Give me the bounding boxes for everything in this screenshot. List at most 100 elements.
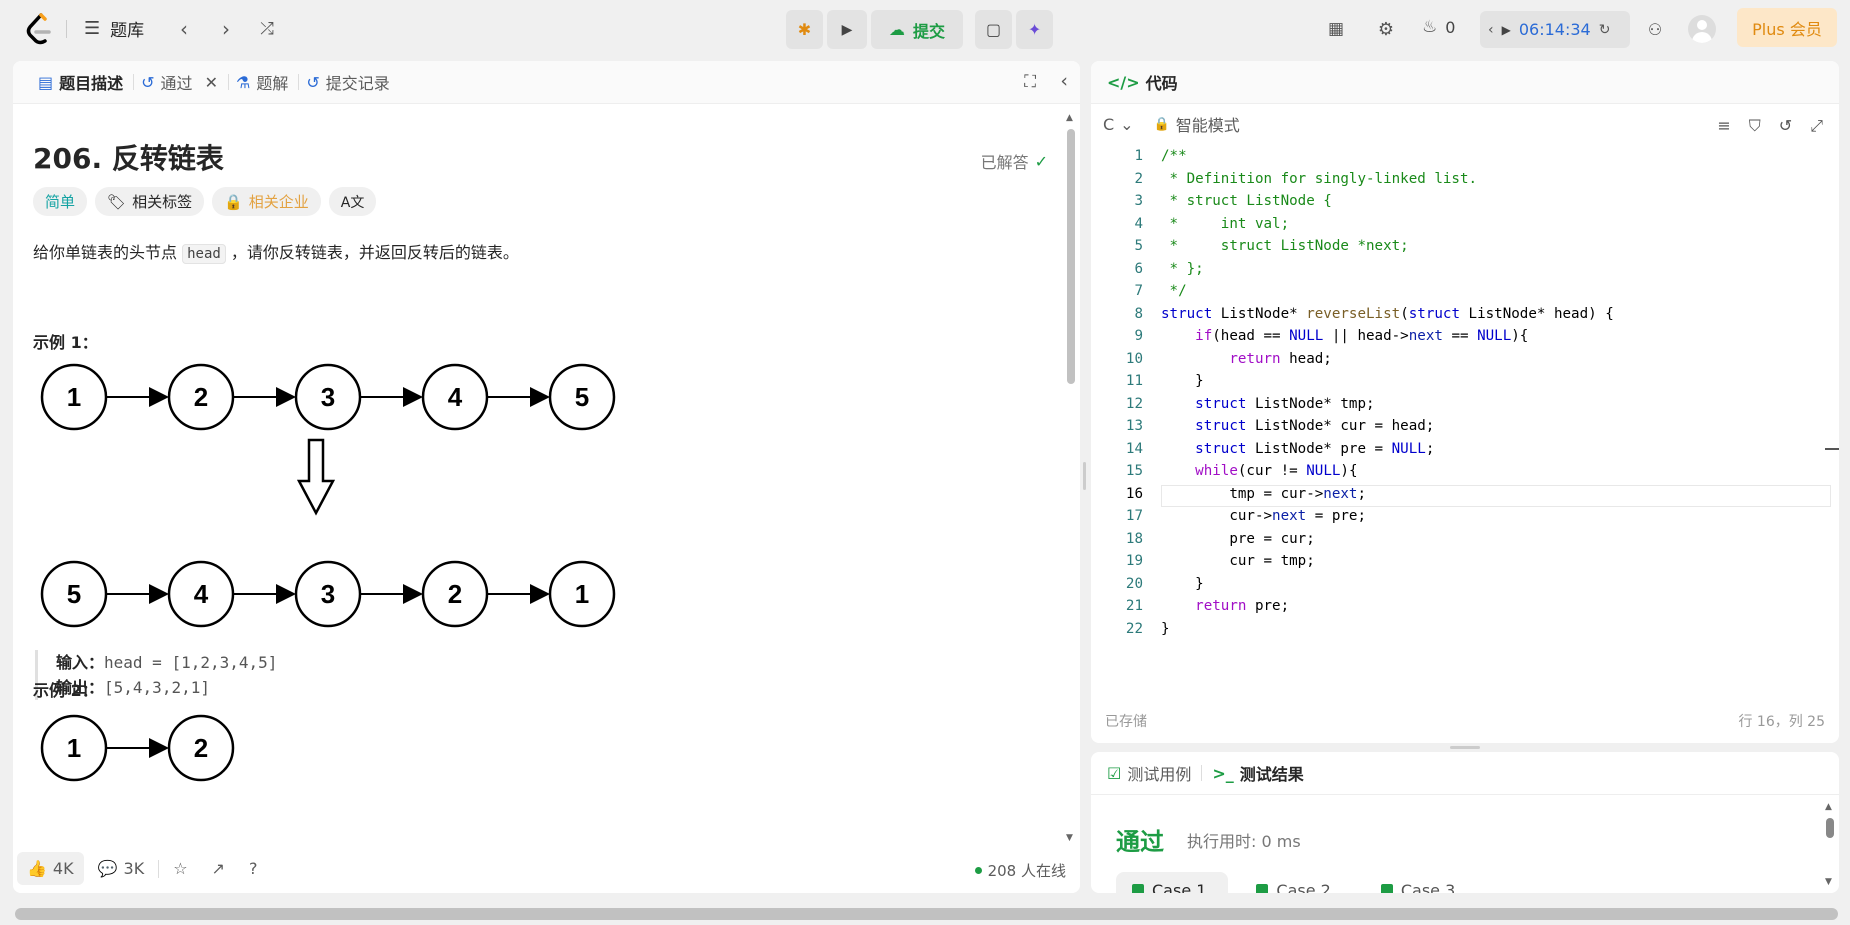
code-line: while(cur != NULL){: [1195, 463, 1358, 479]
tab-solutions[interactable]: ⚗ 题解: [227, 70, 300, 94]
chevron-left-icon[interactable]: ‹: [1488, 22, 1494, 38]
line-number: 14: [1125, 440, 1143, 457]
case-tab[interactable]: Case 2: [1240, 872, 1352, 893]
code-toolbar: C ⌄ 🔒 智能模式 ≡ ⛉ ↺ ⤢: [1091, 104, 1839, 144]
lock-icon: 🔒: [224, 192, 243, 211]
chevron-down-icon: ⌄: [1120, 114, 1134, 134]
resize-handle[interactable]: [1450, 746, 1480, 749]
maximize-icon[interactable]: ⛶: [1024, 72, 1036, 92]
tab-label: 题解: [256, 74, 289, 93]
node-value: 1: [575, 579, 589, 609]
line-number: 2: [1134, 170, 1143, 187]
close-icon[interactable]: ✕: [205, 73, 218, 92]
plus-membership-button[interactable]: Plus 会员: [1737, 8, 1837, 47]
resize-handle[interactable]: [1083, 462, 1086, 490]
format-icon[interactable]: ≡: [1717, 116, 1730, 136]
reset-timer-icon[interactable]: ↻: [1599, 22, 1611, 38]
mode-select[interactable]: 🔒 智能模式: [1154, 112, 1240, 136]
timer-value: 06:14:34: [1518, 20, 1591, 39]
result-scrollbar[interactable]: ▲ ▼: [1825, 802, 1835, 887]
leetcode-logo-icon[interactable]: [24, 12, 54, 46]
horizontal-scrollbar[interactable]: [15, 908, 1838, 920]
case-tab[interactable]: Case 1: [1116, 872, 1229, 893]
code-line: if(head == NULL || head->next == NULL){: [1195, 328, 1529, 344]
run-controls: ✱ ▶ ☁ 提交 ▢ ✦: [786, 10, 1054, 49]
notes-button[interactable]: ▢: [975, 10, 1013, 49]
translate-icon: A文: [340, 194, 365, 211]
settings-gear-icon[interactable]: ⚙: [1372, 14, 1400, 44]
code-line: struct ListNode* tmp;: [1195, 395, 1375, 412]
tab-label: 测试用例: [1127, 765, 1192, 784]
next-problem-icon[interactable]: ›: [212, 14, 240, 44]
comment-count: 3K: [123, 859, 145, 878]
run-button[interactable]: ▶: [827, 10, 867, 49]
node-value: 1: [67, 382, 81, 412]
description-icon: ▤: [38, 72, 54, 92]
tab-description[interactable]: ▤ 题目描述: [29, 70, 135, 94]
language-label: C: [1103, 114, 1115, 134]
favorite-button[interactable]: ☆: [163, 852, 197, 885]
avatar[interactable]: [1688, 15, 1716, 43]
description-text: ，请你反转链表，并返回反转后的链表。: [230, 243, 519, 262]
layout-icon[interactable]: ▦: [1322, 14, 1350, 44]
output-value: [5,4,3,2,1]: [104, 678, 210, 697]
node-value: 5: [575, 382, 589, 412]
code-line: }: [1161, 575, 1204, 592]
prev-problem-icon[interactable]: ‹: [170, 14, 198, 44]
code-line: cur->next = pre;: [1161, 508, 1367, 524]
shuffle-icon[interactable]: ⤮: [252, 14, 282, 44]
vertical-scrollbar[interactable]: ▲ ▼: [1065, 113, 1075, 843]
code-line: }: [1161, 620, 1170, 637]
language-select[interactable]: C ⌄: [1103, 115, 1134, 134]
line-number: 3: [1134, 193, 1143, 209]
problem-list-button[interactable]: ☰ 题库: [84, 16, 144, 41]
debug-button[interactable]: ✱: [786, 10, 823, 49]
add-user-icon[interactable]: ⚇: [1640, 14, 1670, 44]
code-editor[interactable]: 1 /** 2 * Definition for singly-linked lis…: [1091, 145, 1839, 705]
example2-heading: 示例 2：: [33, 681, 98, 700]
note-icon: ▢: [985, 20, 1002, 39]
comments-button[interactable]: 💬 3K: [88, 852, 155, 885]
difficulty-badge[interactable]: 简单: [33, 187, 88, 216]
code-icon: </>: [1107, 72, 1140, 92]
share-button[interactable]: ↗: [202, 852, 235, 885]
like-button[interactable]: 👍 4K: [17, 852, 84, 885]
company-badge[interactable]: 🔒 相关企业: [212, 187, 321, 216]
code-line: struct ListNode* pre = NULL;: [1195, 440, 1435, 457]
input-label: 输入：: [56, 653, 105, 672]
translate-button[interactable]: A文: [328, 187, 377, 216]
flask-icon: ⚗: [235, 72, 251, 92]
collapse-icon[interactable]: ‹: [1060, 70, 1068, 92]
check-circle-icon: ✓: [1034, 151, 1048, 171]
line-number: 15: [1125, 463, 1143, 479]
line-number: 11: [1125, 373, 1143, 389]
submit-button[interactable]: ☁ 提交: [871, 10, 964, 49]
ai-assistant-button[interactable]: ✦: [1016, 10, 1054, 49]
code-title: 代码: [1145, 74, 1178, 93]
case-tab[interactable]: Case 3: [1365, 872, 1477, 893]
star-icon: ☆: [173, 859, 188, 878]
play-timer-icon[interactable]: ▶: [1502, 23, 1511, 37]
line-number: 1: [1134, 148, 1143, 164]
tab-test-result[interactable]: >_ 测试结果: [1212, 761, 1303, 785]
expand-icon[interactable]: ⤢: [1810, 116, 1823, 136]
problem-badges: 简单 🏷 相关标签 🔒 相关企业 A文: [33, 187, 377, 216]
tab-accepted[interactable]: ↺ 通过 ✕: [132, 70, 229, 94]
help-button[interactable]: ?: [239, 852, 268, 885]
problem-title: 206. 反转链表: [33, 142, 224, 175]
cursor-position: 行 16，列 25: [1738, 714, 1825, 730]
list-icon: ☰: [84, 18, 101, 39]
reset-icon[interactable]: ↺: [1779, 116, 1792, 136]
bookmark-icon[interactable]: ⛉: [1749, 116, 1761, 136]
tab-label: 测试结果: [1239, 765, 1304, 784]
code-line: pre = cur;: [1161, 530, 1315, 547]
tags-badge[interactable]: 🏷 相关标签: [95, 187, 205, 216]
tag-icon: 🏷: [107, 192, 127, 211]
history-icon: ↺: [306, 72, 320, 92]
streak-counter[interactable]: ♨ 0: [1422, 17, 1455, 37]
code-line: * struct ListNode {: [1161, 193, 1332, 209]
tab-testcase[interactable]: ☑ 测试用例: [1107, 761, 1191, 785]
tab-submissions[interactable]: ↺ 提交记录: [297, 70, 398, 94]
node-value: 3: [321, 382, 335, 412]
node-value: 2: [448, 579, 462, 609]
